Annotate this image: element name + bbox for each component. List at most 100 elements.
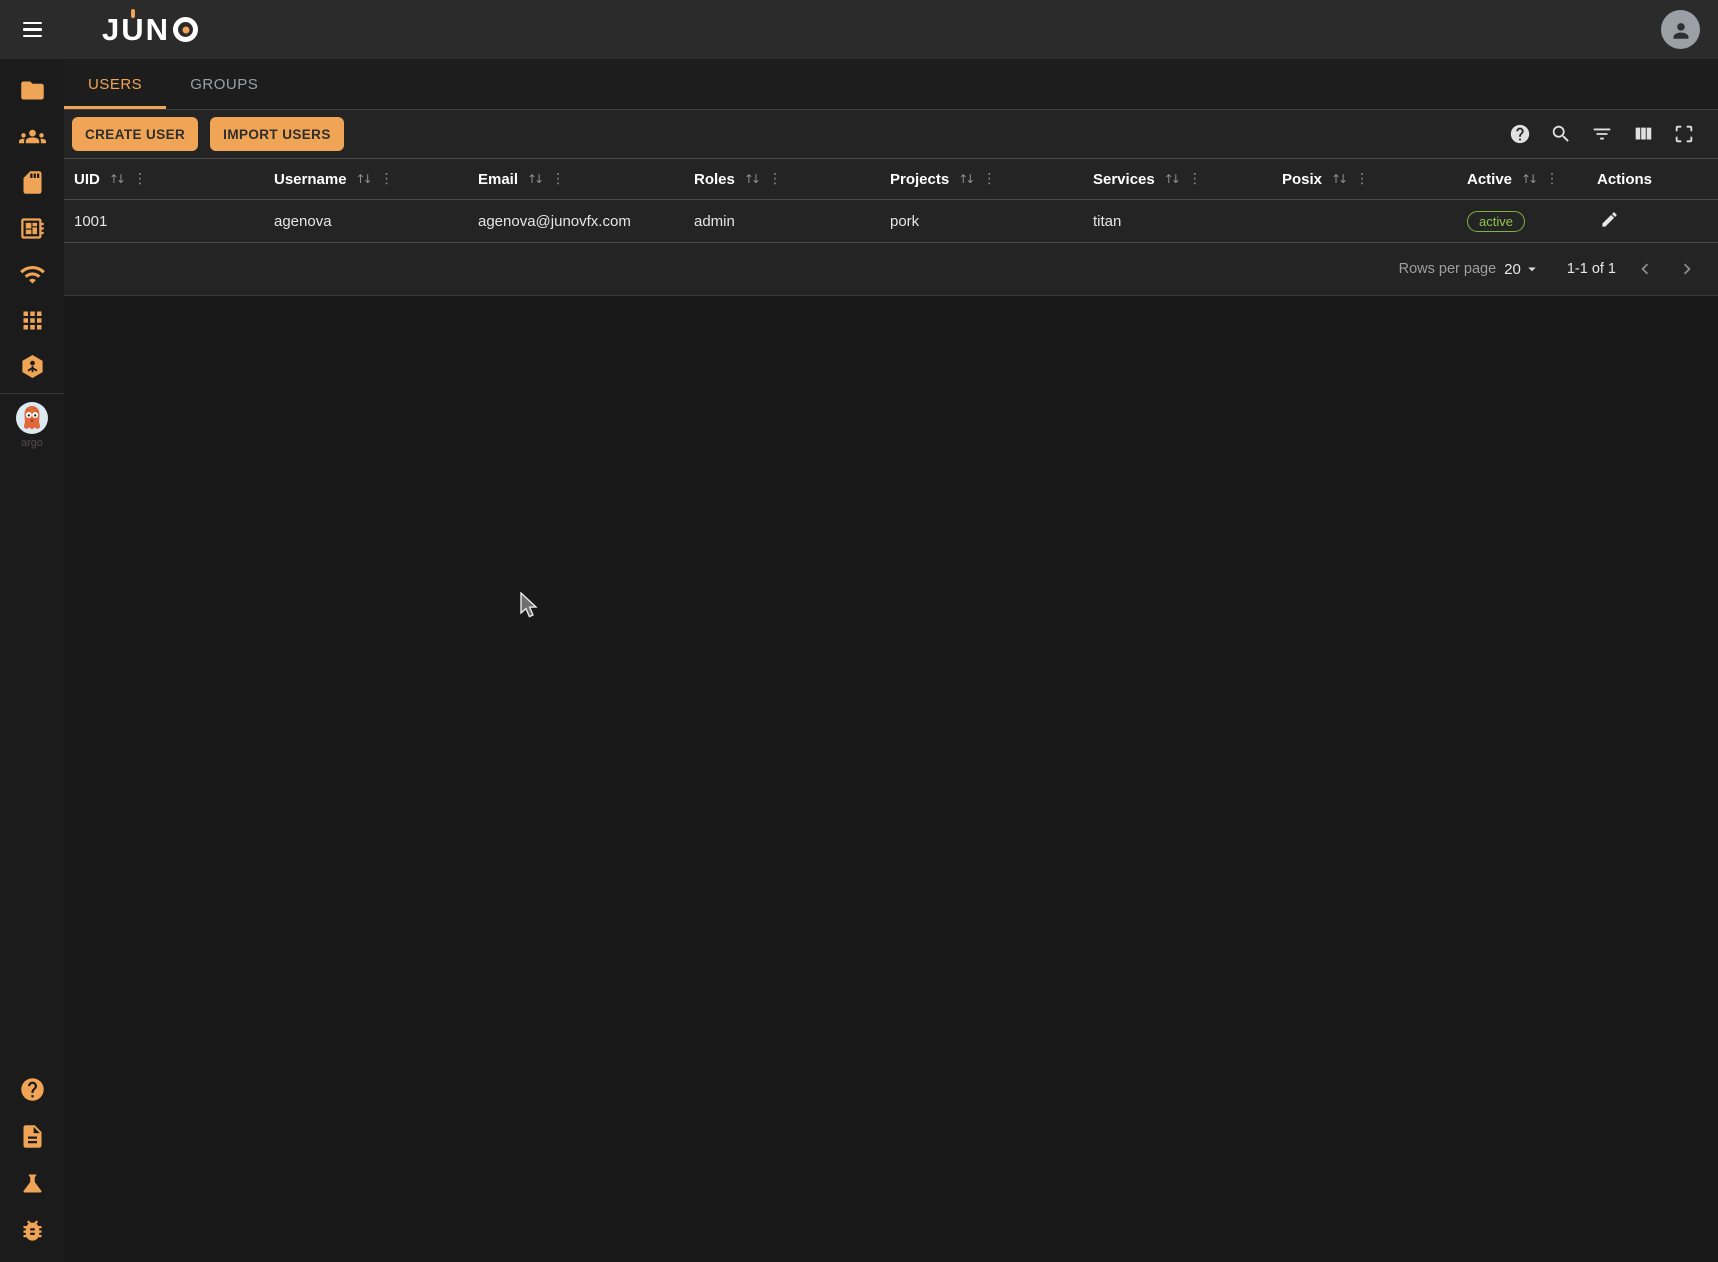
create-user-button[interactable]: CREATE USER bbox=[72, 117, 198, 151]
document-icon bbox=[19, 1123, 46, 1150]
column-menu-icon[interactable]: ⋮ bbox=[551, 171, 565, 187]
column-header-posix: Posix ↑↓ ⋮ bbox=[1272, 159, 1457, 199]
sidebar-item-network[interactable] bbox=[0, 251, 64, 297]
help-icon bbox=[19, 1076, 46, 1103]
previous-page-icon[interactable] bbox=[1632, 256, 1658, 282]
column-menu-icon[interactable]: ⋮ bbox=[133, 171, 147, 187]
flask-icon bbox=[19, 1170, 46, 1197]
column-header-roles: Roles ↑↓ ⋮ bbox=[684, 159, 880, 199]
menu-icon[interactable] bbox=[12, 10, 52, 50]
search-icon[interactable] bbox=[1549, 122, 1573, 146]
sort-icon[interactable]: ↑↓ bbox=[1164, 172, 1178, 186]
help-icon[interactable] bbox=[1508, 122, 1532, 146]
column-menu-icon[interactable]: ⋮ bbox=[1545, 171, 1559, 187]
sidebar-item-argo[interactable]: argo bbox=[0, 396, 64, 449]
next-page-icon[interactable] bbox=[1674, 256, 1700, 282]
logo-letter: N bbox=[146, 12, 170, 48]
logo-o-ring bbox=[173, 17, 198, 42]
table-row: 1001 agenova agenova@junovfx.com admin p… bbox=[64, 200, 1718, 243]
column-menu-icon[interactable]: ⋮ bbox=[1188, 171, 1202, 187]
rows-per-page-value: 20 bbox=[1504, 261, 1521, 278]
pagination-bar: Rows per page 20 1-1 of 1 bbox=[64, 243, 1718, 295]
sd-card-icon bbox=[19, 169, 46, 196]
app-bar: JUN bbox=[0, 0, 1718, 59]
status-badge: active bbox=[1467, 211, 1525, 232]
filter-icon[interactable] bbox=[1590, 122, 1614, 146]
sort-icon[interactable]: ↑↓ bbox=[109, 172, 123, 186]
column-menu-icon[interactable]: ⋮ bbox=[380, 171, 394, 187]
sidebar-item-groups[interactable] bbox=[0, 113, 64, 159]
sidebar-item-docs[interactable] bbox=[0, 1113, 64, 1160]
sidebar-item-lab[interactable] bbox=[0, 1160, 64, 1207]
dropdown-arrow-icon bbox=[1523, 260, 1541, 278]
column-label: Posix bbox=[1282, 171, 1322, 188]
package-box-icon bbox=[19, 353, 46, 380]
edit-user-button[interactable] bbox=[1597, 209, 1621, 233]
import-users-button[interactable]: IMPORT USERS bbox=[210, 117, 344, 151]
fullscreen-icon[interactable] bbox=[1672, 122, 1696, 146]
sort-icon[interactable]: ↑↓ bbox=[356, 172, 370, 186]
sort-icon[interactable]: ↑↓ bbox=[1521, 172, 1535, 186]
app-logo: JUN bbox=[102, 10, 198, 50]
logo-o-dot bbox=[182, 26, 189, 33]
table-actions-row: CREATE USER IMPORT USERS bbox=[64, 110, 1718, 158]
column-menu-icon[interactable]: ⋮ bbox=[768, 171, 782, 187]
sort-icon[interactable]: ↑↓ bbox=[1331, 172, 1345, 186]
column-label: Services bbox=[1093, 171, 1155, 188]
sidebar-item-board[interactable] bbox=[0, 205, 64, 251]
rows-per-page-label: Rows per page bbox=[1399, 261, 1497, 277]
argo-octopus-icon bbox=[14, 400, 50, 436]
argo-label: argo bbox=[21, 437, 43, 449]
cell-actions bbox=[1587, 200, 1718, 242]
column-label: Email bbox=[478, 171, 518, 188]
sidebar-item-bug[interactable] bbox=[0, 1207, 64, 1254]
table-header-row: UID ↑↓ ⋮ Username ↑↓ ⋮ Email ↑↓ ⋮ Roles … bbox=[64, 158, 1718, 200]
cell-projects: pork bbox=[880, 200, 1083, 242]
sort-icon[interactable]: ↑↓ bbox=[744, 172, 758, 186]
cell-email: agenova@junovfx.com bbox=[468, 200, 684, 242]
wifi-icon bbox=[19, 261, 46, 288]
sort-icon[interactable]: ↑↓ bbox=[527, 172, 541, 186]
cell-services: titan bbox=[1083, 200, 1272, 242]
sidebar-item-folder[interactable] bbox=[0, 67, 64, 113]
rows-per-page-select[interactable]: 20 bbox=[1504, 260, 1541, 278]
bug-icon bbox=[19, 1217, 46, 1244]
sidebar-item-help[interactable] bbox=[0, 1066, 64, 1113]
cell-active: active bbox=[1457, 200, 1587, 242]
sidebar-item-storage[interactable] bbox=[0, 159, 64, 205]
columns-icon[interactable] bbox=[1631, 122, 1655, 146]
cell-posix bbox=[1272, 200, 1457, 242]
pencil-icon bbox=[1600, 210, 1619, 229]
column-label: Username bbox=[274, 171, 347, 188]
column-header-services: Services ↑↓ ⋮ bbox=[1083, 159, 1272, 199]
tab-groups[interactable]: GROUPS bbox=[166, 59, 282, 109]
account-avatar-icon[interactable] bbox=[1661, 10, 1700, 49]
column-label: UID bbox=[74, 171, 100, 188]
tab-bar: USERS GROUPS bbox=[64, 59, 1718, 110]
developer-board-icon bbox=[19, 215, 46, 242]
column-label: Active bbox=[1467, 171, 1512, 188]
column-label: Projects bbox=[890, 171, 949, 188]
apps-grid-icon bbox=[19, 307, 46, 334]
column-header-uid: UID ↑↓ ⋮ bbox=[64, 159, 264, 199]
sidebar-item-package[interactable] bbox=[0, 343, 64, 389]
column-header-username: Username ↑↓ ⋮ bbox=[264, 159, 468, 199]
cell-uid: 1001 bbox=[64, 200, 264, 242]
column-label: Roles bbox=[694, 171, 735, 188]
column-header-actions: Actions bbox=[1587, 159, 1718, 199]
tab-users[interactable]: USERS bbox=[64, 59, 166, 109]
sort-icon[interactable]: ↑↓ bbox=[958, 172, 972, 186]
table-tools bbox=[1508, 122, 1718, 146]
sidebar-divider bbox=[0, 393, 64, 394]
column-label: Actions bbox=[1597, 171, 1652, 188]
cell-username: agenova bbox=[264, 200, 468, 242]
users-table-card: CREATE USER IMPORT USERS bbox=[64, 110, 1718, 296]
logo-letter: J bbox=[102, 12, 121, 48]
sidebar-item-apps[interactable] bbox=[0, 297, 64, 343]
column-menu-icon[interactable]: ⋮ bbox=[982, 171, 996, 187]
logo-letter: U bbox=[121, 12, 145, 48]
column-menu-icon[interactable]: ⋮ bbox=[1355, 171, 1369, 187]
column-header-email: Email ↑↓ ⋮ bbox=[468, 159, 684, 199]
sidebar: argo bbox=[0, 59, 64, 1262]
main-content: USERS GROUPS CREATE USER IMPORT USERS bbox=[64, 59, 1718, 1262]
